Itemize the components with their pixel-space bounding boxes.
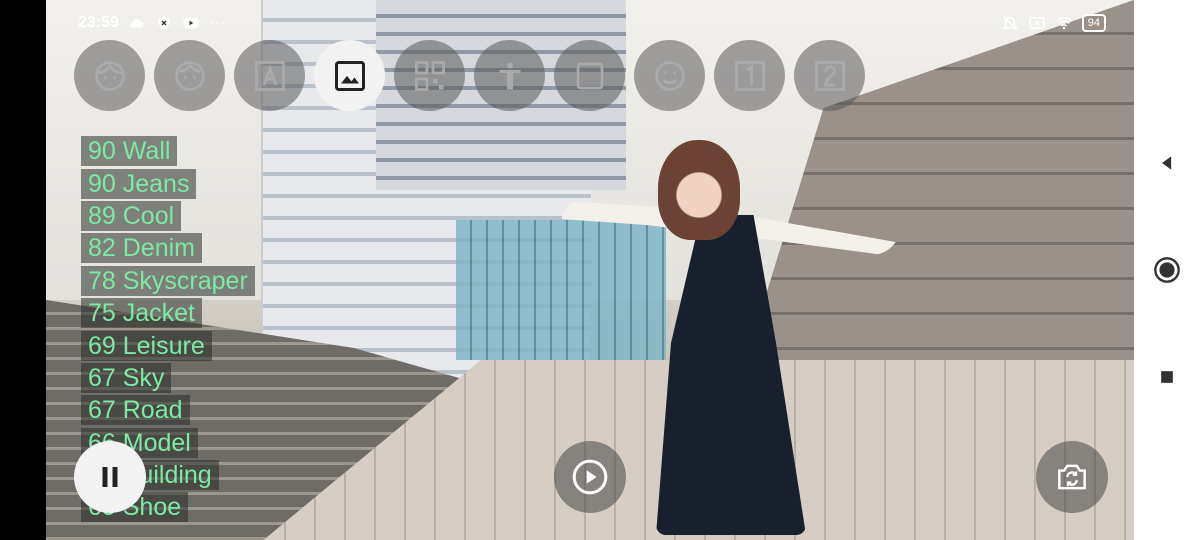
face-icon [94, 60, 125, 91]
more-notifications: ··· [208, 14, 225, 31]
mode-number-1-button[interactable] [714, 40, 785, 111]
status-right: 94 [1001, 14, 1106, 32]
home-button[interactable] [1147, 250, 1187, 290]
label-item: 90 Jeans [81, 167, 255, 199]
scene-person-head [658, 140, 740, 240]
pause-icon [102, 467, 118, 487]
mode-face-smile-button[interactable] [634, 40, 705, 111]
number-2-icon [814, 60, 845, 91]
home-icon [1154, 257, 1180, 283]
pause-button[interactable] [74, 441, 146, 513]
recents-button[interactable] [1147, 357, 1187, 397]
label-item: 69 Leisure [81, 329, 255, 361]
battery-indicator: 94 [1081, 14, 1106, 32]
label-item: 75 Jacket [81, 297, 255, 329]
label-item: 90 Wall [81, 135, 255, 167]
label-text: 67 Road [81, 395, 190, 426]
clock: 23:59 [78, 14, 119, 31]
switch-camera-button[interactable] [1036, 441, 1108, 513]
no-sim-icon [1028, 14, 1046, 32]
wifi-icon [1055, 14, 1073, 32]
recents-icon [1161, 370, 1173, 383]
label-text: 75 Jacket [81, 298, 203, 329]
system-navigation-bar [1134, 0, 1200, 540]
label-text: 89 Cool [81, 200, 182, 231]
shield-icon [155, 14, 173, 32]
label-item: 67 Road [81, 394, 255, 426]
square-icon [576, 62, 603, 89]
label-text: 69 Leisure [81, 330, 212, 361]
status-left: 23:59 ··· [78, 14, 225, 32]
text-a-icon [254, 60, 285, 91]
mode-image-button[interactable] [314, 40, 385, 111]
face-outline-icon [174, 60, 205, 91]
bell-muted-icon [1001, 14, 1019, 32]
label-text: 90 Wall [81, 136, 178, 167]
mode-person-button[interactable] [474, 40, 545, 111]
label-item: 67 Sky [81, 362, 255, 394]
face-smile-icon [654, 60, 685, 91]
back-icon [1162, 156, 1172, 170]
scene-glass-facade [456, 220, 666, 360]
number-1-icon [734, 60, 765, 91]
label-text: 78 Skyscraper [81, 265, 255, 296]
mode-selector [74, 40, 865, 114]
play-icon [572, 459, 608, 495]
mode-face-outline-button[interactable] [154, 40, 225, 111]
label-text: 90 Jeans [81, 168, 197, 199]
mode-face-button[interactable] [74, 40, 145, 111]
label-text: 82 Denim [81, 233, 202, 264]
status-bar: 23:59 ··· 94 [46, 0, 1134, 46]
mode-number-2-button[interactable] [794, 40, 865, 111]
left-black-gutter [0, 0, 46, 540]
play-button[interactable] [554, 441, 626, 513]
switch-camera-icon [1058, 464, 1086, 490]
label-item: 78 Skyscraper [81, 265, 255, 297]
back-button[interactable] [1147, 143, 1187, 183]
label-text: 67 Sky [81, 362, 172, 393]
label-item: 89 Cool [81, 200, 255, 232]
mode-square-button[interactable] [554, 40, 625, 111]
label-item: 82 Denim [81, 232, 255, 264]
image-icon [334, 60, 365, 91]
youtube-icon [182, 14, 200, 32]
mode-text-button[interactable] [234, 40, 305, 111]
cloud-icon [128, 14, 146, 32]
person-icon [499, 62, 520, 89]
mode-qr-code-button[interactable] [394, 40, 465, 111]
qr-code-icon [414, 60, 445, 91]
